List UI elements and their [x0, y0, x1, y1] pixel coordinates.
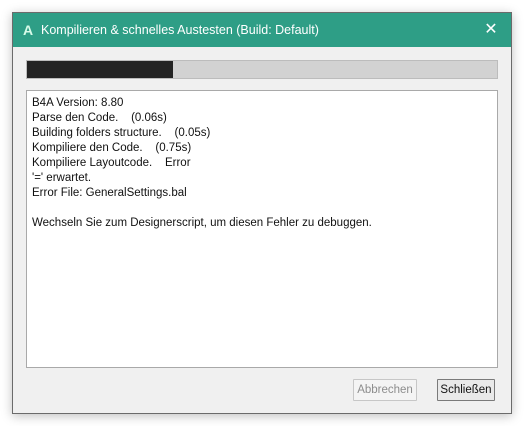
window-title: Kompilieren & schnelles Austesten (Build… — [41, 23, 319, 37]
progress-fill — [27, 61, 173, 78]
log-line: Building folders structure. (0.05s) — [32, 127, 211, 139]
log-line: Wechseln Sie zum Designerscript, um dies… — [32, 217, 372, 229]
log-line: B4A Version: 8.80 — [32, 97, 124, 109]
title-bar[interactable]: A Kompilieren & schnelles Austesten (Bui… — [13, 13, 511, 47]
close-icon[interactable]: ✕ — [481, 19, 501, 39]
cancel-button[interactable]: Abbrechen — [353, 379, 417, 401]
close-button[interactable]: Schließen — [437, 379, 495, 401]
progress-bar — [26, 60, 498, 79]
compile-dialog: A Kompilieren & schnelles Austesten (Bui… — [12, 12, 512, 414]
close-glyph: ✕ — [484, 21, 498, 38]
log-line: Error File: GeneralSettings.bal — [32, 187, 187, 199]
b4a-app-icon: A — [23, 22, 34, 38]
log-line: Kompiliere Layoutcode. Error — [32, 157, 191, 169]
log-line: Kompiliere den Code. (0.75s) — [32, 142, 192, 154]
log-line: '=' erwartet. — [32, 172, 92, 184]
compile-log[interactable]: B4A Version: 8.80 Parse den Code. (0.06s)… — [26, 90, 498, 368]
log-line: Parse den Code. (0.06s) — [32, 112, 167, 124]
